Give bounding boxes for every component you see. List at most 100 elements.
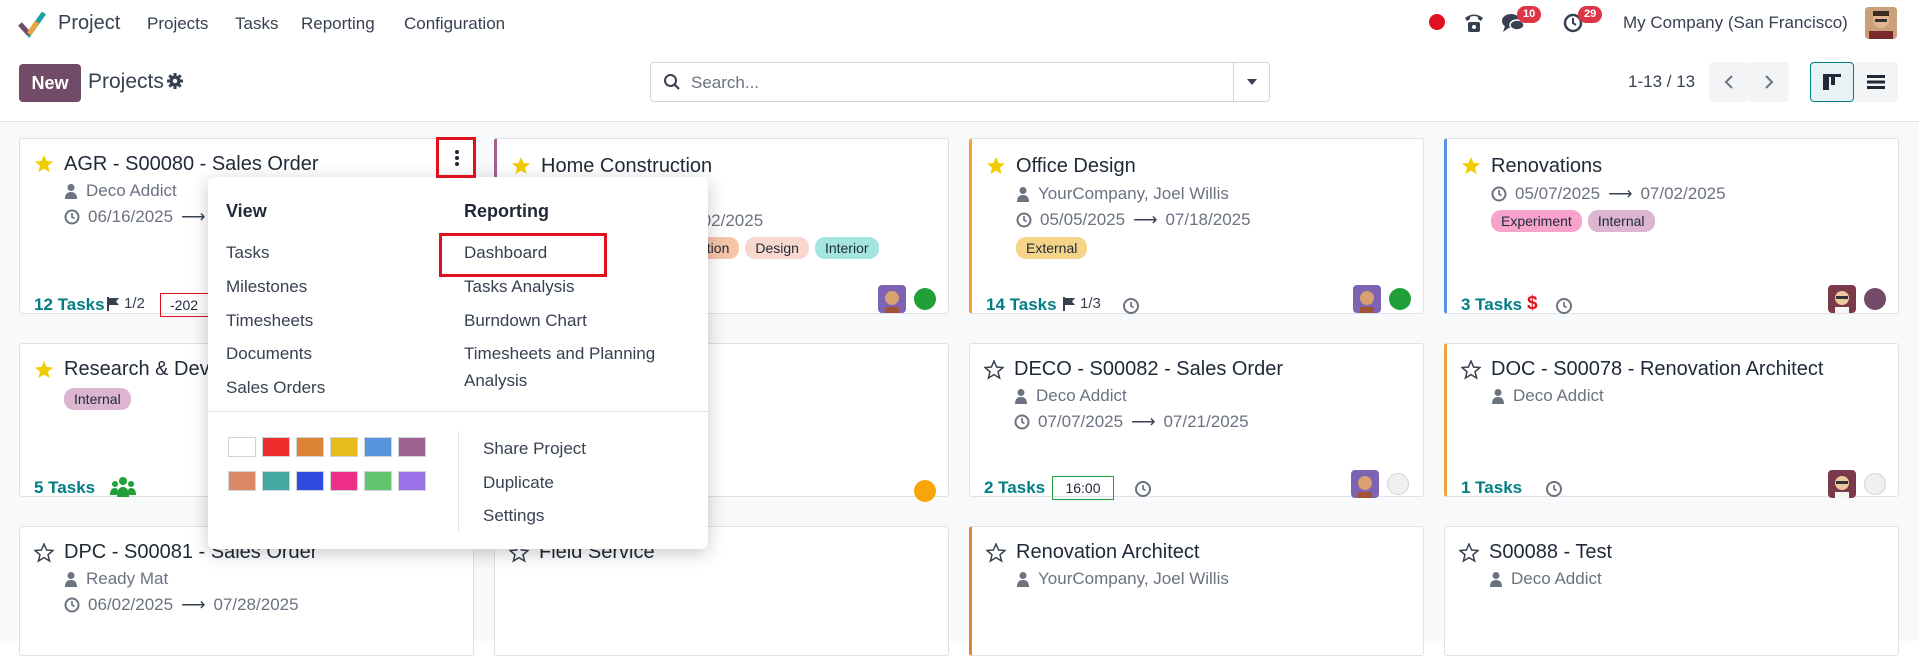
- menu-item-share-project[interactable]: Share Project: [483, 439, 586, 459]
- project-card[interactable]: Office Design YourCompany, Joel Willis 0…: [969, 138, 1424, 314]
- messages-badge: 10: [1517, 6, 1542, 23]
- menu-item-milestones[interactable]: Milestones: [226, 277, 307, 297]
- users-icon[interactable]: [110, 476, 136, 498]
- card-tasks-count[interactable]: 14 Tasks: [986, 295, 1057, 315]
- clock-icon: [64, 597, 80, 613]
- card-tasks-count[interactable]: 5 Tasks: [34, 478, 95, 498]
- recording-dot-icon[interactable]: [1429, 14, 1445, 30]
- assignee-avatar[interactable]: [1353, 285, 1381, 313]
- status-dot-purple[interactable]: [1864, 288, 1886, 310]
- color-swatch[interactable]: [398, 437, 426, 457]
- status-dot-grey[interactable]: [1864, 473, 1886, 495]
- project-card[interactable]: DOC - S00078 - Renovation Architect Deco…: [1444, 343, 1899, 498]
- menu-item-tasks[interactable]: Tasks: [226, 243, 269, 263]
- project-app-logo-icon[interactable]: [18, 10, 46, 38]
- menu-item-duplicate[interactable]: Duplicate: [483, 473, 554, 493]
- project-card[interactable]: Renovation Architect YourCompany, Joel W…: [969, 526, 1424, 656]
- search-options-toggle[interactable]: [1233, 63, 1269, 101]
- favorite-star-outline-icon[interactable]: [984, 360, 1004, 380]
- menu-projects[interactable]: Projects: [147, 14, 208, 34]
- activity-clock-icon[interactable]: [1134, 480, 1152, 498]
- menu-item-burndown-chart[interactable]: Burndown Chart: [464, 311, 587, 331]
- list-view-button[interactable]: [1854, 62, 1898, 102]
- card-milestones[interactable]: 1/2: [106, 295, 145, 312]
- app-name[interactable]: Project: [58, 12, 120, 35]
- card-tasks-count[interactable]: 12 Tasks: [34, 295, 105, 315]
- project-card[interactable]: DECO - S00082 - Sales Order Deco Addict …: [969, 343, 1424, 500]
- favorite-star-outline-icon[interactable]: [1461, 360, 1481, 380]
- activity-clock-icon[interactable]: [1122, 297, 1140, 315]
- company-switcher[interactable]: My Company (San Francisco): [1623, 13, 1848, 33]
- favorite-star-icon[interactable]: [1461, 156, 1481, 176]
- card-options-button[interactable]: [440, 140, 474, 176]
- assignee-avatar[interactable]: [1351, 470, 1379, 498]
- card-milestones[interactable]: 1/3: [1062, 295, 1101, 312]
- color-swatch[interactable]: [330, 437, 358, 457]
- menu-item-tasks-analysis[interactable]: Tasks Analysis: [464, 277, 575, 297]
- user-icon: [1017, 187, 1029, 202]
- menu-item-timesheets-planning-line2[interactable]: Analysis: [464, 371, 527, 391]
- new-button[interactable]: New: [19, 64, 81, 102]
- status-dot-green[interactable]: [1389, 288, 1411, 310]
- search-input[interactable]: [691, 71, 1211, 95]
- menu-item-timesheets-planning[interactable]: Timesheets and Planning: [464, 344, 655, 364]
- status-dot-orange[interactable]: [914, 480, 936, 502]
- color-swatch[interactable]: [262, 437, 290, 457]
- color-swatch[interactable]: [262, 471, 290, 491]
- menu-tasks[interactable]: Tasks: [235, 14, 278, 34]
- color-swatch[interactable]: [398, 471, 426, 491]
- card-tasks-count[interactable]: 3 Tasks: [1461, 295, 1522, 315]
- menu-reporting[interactable]: Reporting: [301, 14, 375, 34]
- menu-item-documents[interactable]: Documents: [226, 344, 312, 364]
- card-title: DOC - S00078 - Renovation Architect: [1491, 358, 1824, 380]
- favorite-star-outline-icon[interactable]: [1459, 543, 1479, 563]
- color-swatch[interactable]: [296, 437, 324, 457]
- assignee-avatar[interactable]: [1828, 285, 1856, 313]
- assignee-avatar[interactable]: [1828, 470, 1856, 498]
- color-swatch[interactable]: [228, 471, 256, 491]
- card-title: S00088 - Test: [1489, 541, 1613, 563]
- menu-item-settings[interactable]: Settings: [483, 506, 544, 526]
- favorite-star-icon[interactable]: [34, 154, 54, 174]
- color-swatch[interactable]: [296, 471, 324, 491]
- pager-previous-button[interactable]: [1709, 62, 1749, 102]
- activity-clock-icon[interactable]: [1545, 480, 1563, 498]
- activity-clock-icon[interactable]: [1555, 297, 1573, 315]
- assignee-avatar[interactable]: [878, 285, 906, 313]
- project-card[interactable]: S00088 - Test Deco Addict: [1444, 526, 1899, 656]
- user-icon: [65, 184, 77, 199]
- card-partner-row: Ready Mat: [64, 569, 168, 589]
- card-tasks-count[interactable]: 1 Tasks: [1461, 478, 1522, 498]
- color-swatch[interactable]: [228, 437, 256, 457]
- status-dot-grey[interactable]: [1387, 473, 1409, 495]
- menu-item-timesheets[interactable]: Timesheets: [226, 311, 313, 331]
- favorite-star-icon[interactable]: [986, 156, 1006, 176]
- gear-icon[interactable]: [166, 72, 184, 90]
- favorite-star-outline-icon[interactable]: [34, 543, 54, 563]
- search-bar[interactable]: [650, 62, 1270, 102]
- kanban-view-button[interactable]: [1810, 62, 1854, 102]
- color-swatch[interactable]: [364, 437, 392, 457]
- pager-value[interactable]: 1-13 / 13: [1628, 72, 1695, 92]
- pager-next-button[interactable]: [1749, 62, 1789, 102]
- card-tasks-count[interactable]: 2 Tasks: [984, 478, 1045, 498]
- arrow-right-icon: ⟶: [1133, 210, 1158, 229]
- favorite-star-outline-icon[interactable]: [986, 543, 1006, 563]
- user-avatar[interactable]: [1865, 7, 1897, 39]
- favorite-star-icon[interactable]: [511, 156, 531, 176]
- card-date-row: 06/16/2025 ⟶: [64, 207, 205, 227]
- user-icon: [1490, 572, 1502, 587]
- card-partner-row: YourCompany, Joel Willis: [1016, 184, 1229, 204]
- status-dot-green[interactable]: [914, 288, 936, 310]
- menu-configuration[interactable]: Configuration: [404, 14, 505, 34]
- tag: Interior: [814, 237, 879, 259]
- color-swatch[interactable]: [330, 471, 358, 491]
- menu-item-sales-orders[interactable]: Sales Orders: [226, 378, 325, 398]
- project-card[interactable]: Renovations 05/07/2025 ⟶ 07/02/2025 Expe…: [1444, 138, 1899, 314]
- dollar-icon[interactable]: $: [1527, 293, 1538, 315]
- favorite-star-icon[interactable]: [34, 360, 54, 380]
- phone-icon[interactable]: [1462, 12, 1486, 34]
- card-milestones-value: 1/3: [1080, 295, 1101, 312]
- color-swatch[interactable]: [364, 471, 392, 491]
- caret-down-icon: [1246, 79, 1257, 85]
